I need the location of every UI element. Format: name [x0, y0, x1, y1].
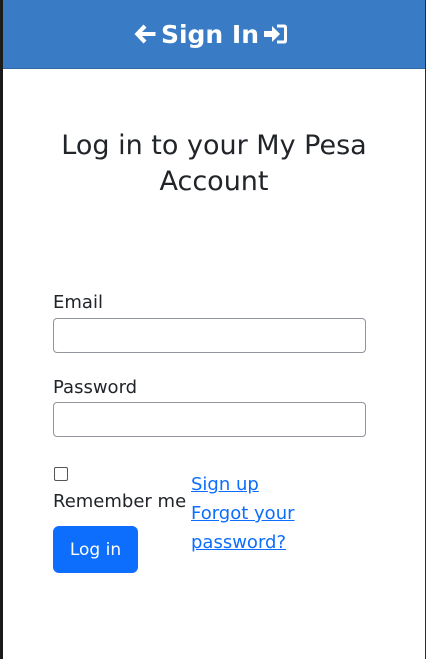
- window-edge-left: [0, 0, 3, 659]
- page-title-line1: Log in to your My Pesa: [61, 130, 367, 161]
- header-title: Sign In: [160, 19, 260, 49]
- login-button[interactable]: Log in: [53, 526, 138, 573]
- sign-in-icon: [263, 23, 289, 45]
- email-field[interactable]: [53, 318, 366, 353]
- email-label: Email: [53, 292, 103, 313]
- password-field[interactable]: [53, 402, 366, 437]
- password-label: Password: [53, 377, 138, 398]
- remember-me-label[interactable]: Remember me: [53, 491, 186, 513]
- app-frame: Sign In Log in to your My Pesa Account E…: [0, 0, 426, 659]
- header-title-group: Sign In: [133, 22, 289, 47]
- arrow-left-icon: [133, 23, 157, 45]
- signup-link[interactable]: Sign up: [191, 470, 321, 499]
- page-title-line2: Account: [159, 166, 269, 197]
- forgot-password-link[interactable]: Forgot your password?: [191, 499, 321, 557]
- auth-links: Sign up Forgot your password?: [191, 470, 321, 557]
- page-title: Log in to your My Pesa Account: [3, 128, 425, 200]
- remember-me-checkbox[interactable]: [54, 467, 68, 481]
- header-bar: Sign In: [3, 0, 425, 69]
